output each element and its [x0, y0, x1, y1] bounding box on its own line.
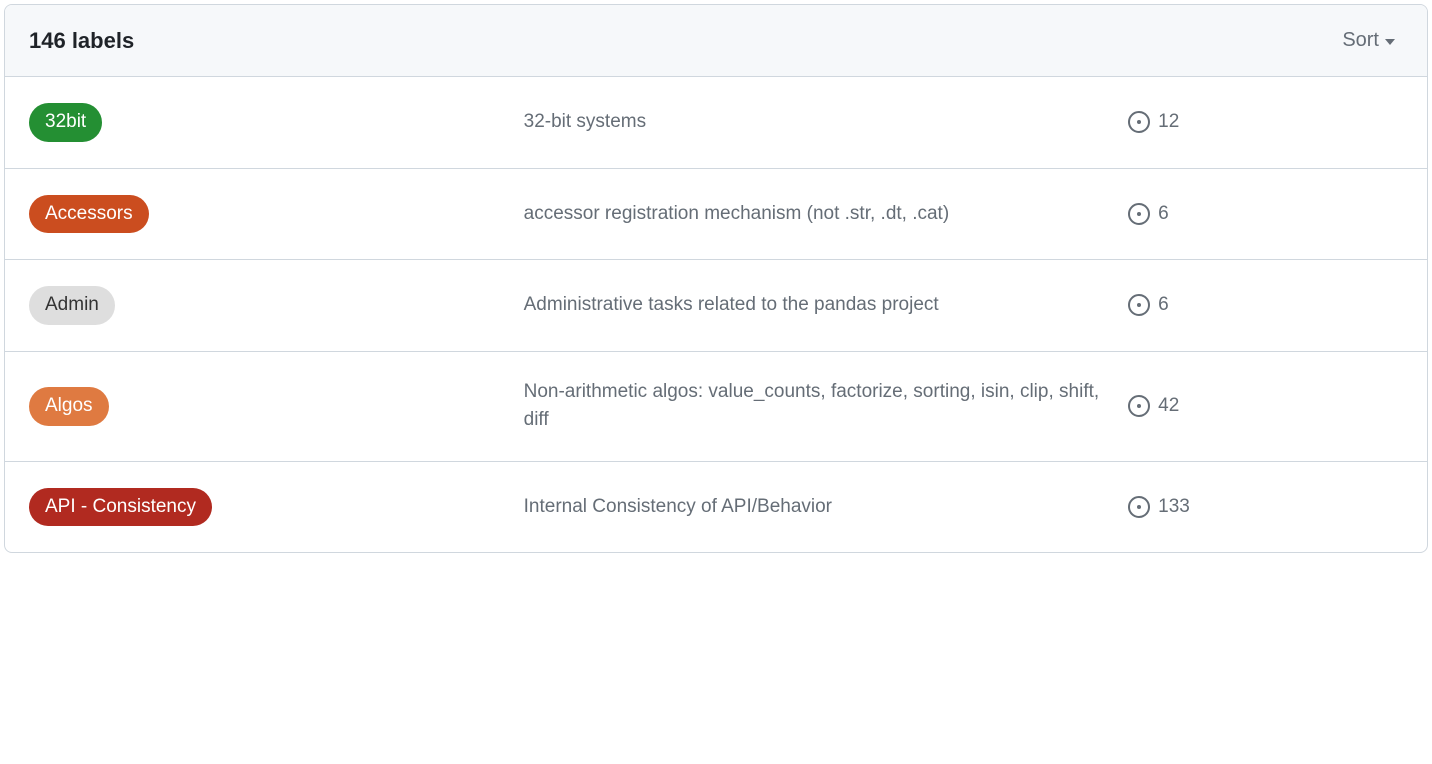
label-pill[interactable]: 32bit [29, 103, 102, 142]
label-issue-count-cell: 12 [1128, 111, 1403, 133]
label-issue-count-link[interactable]: 133 [1128, 496, 1190, 518]
label-description: Internal Consistency of API/Behavior [524, 493, 1129, 522]
labels-count-title: 146 labels [29, 28, 134, 54]
sort-button[interactable]: Sort [1334, 25, 1403, 56]
sort-label: Sort [1342, 29, 1379, 52]
labels-header: 146 labels Sort [5, 5, 1427, 77]
label-issue-count: 6 [1158, 203, 1169, 225]
label-row: 32bit 32-bit systems 12 [5, 77, 1427, 169]
label-pill[interactable]: API - Consistency [29, 488, 212, 527]
label-pill[interactable]: Algos [29, 387, 109, 426]
label-row: Admin Administrative tasks related to the… [5, 260, 1427, 352]
label-description: accessor registration mechanism (not .st… [524, 200, 1129, 229]
label-cell: Algos [29, 387, 524, 426]
label-description: 32-bit systems [524, 108, 1129, 137]
label-cell: 32bit [29, 103, 524, 142]
label-issue-count-link[interactable]: 6 [1128, 203, 1169, 225]
label-issue-count: 12 [1158, 111, 1179, 133]
label-pill[interactable]: Admin [29, 286, 115, 325]
label-issue-count-cell: 133 [1128, 496, 1403, 518]
label-issue-count: 42 [1158, 395, 1179, 417]
open-issue-icon [1128, 203, 1150, 225]
label-pill[interactable]: Accessors [29, 195, 149, 234]
open-issue-icon [1128, 111, 1150, 133]
open-issue-icon [1128, 395, 1150, 417]
label-issue-count-link[interactable]: 42 [1128, 395, 1179, 417]
label-issue-count-link[interactable]: 6 [1128, 294, 1169, 316]
labels-list: 32bit 32-bit systems 12 Accessors accessor r… [5, 77, 1427, 552]
label-issue-count: 6 [1158, 294, 1169, 316]
label-cell: Accessors [29, 195, 524, 234]
label-issue-count: 133 [1158, 496, 1190, 518]
label-row: API - Consistency Internal Consistency of… [5, 462, 1427, 553]
open-issue-icon [1128, 294, 1150, 316]
open-issue-icon [1128, 496, 1150, 518]
label-issue-count-cell: 42 [1128, 395, 1403, 417]
labels-box: 146 labels Sort 32bit 32-bit systems 12 Acc… [4, 4, 1428, 553]
label-cell: Admin [29, 286, 524, 325]
label-description: Administrative tasks related to the pand… [524, 291, 1129, 320]
caret-down-icon [1385, 39, 1395, 45]
label-cell: API - Consistency [29, 488, 524, 527]
label-row: Accessors accessor registration mechanism… [5, 169, 1427, 261]
label-issue-count-link[interactable]: 12 [1128, 111, 1179, 133]
label-row: Algos Non-arithmetic algos: value_counts,… [5, 352, 1427, 462]
label-description: Non-arithmetic algos: value_counts, fact… [524, 378, 1129, 435]
label-issue-count-cell: 6 [1128, 203, 1403, 225]
label-issue-count-cell: 6 [1128, 294, 1403, 316]
